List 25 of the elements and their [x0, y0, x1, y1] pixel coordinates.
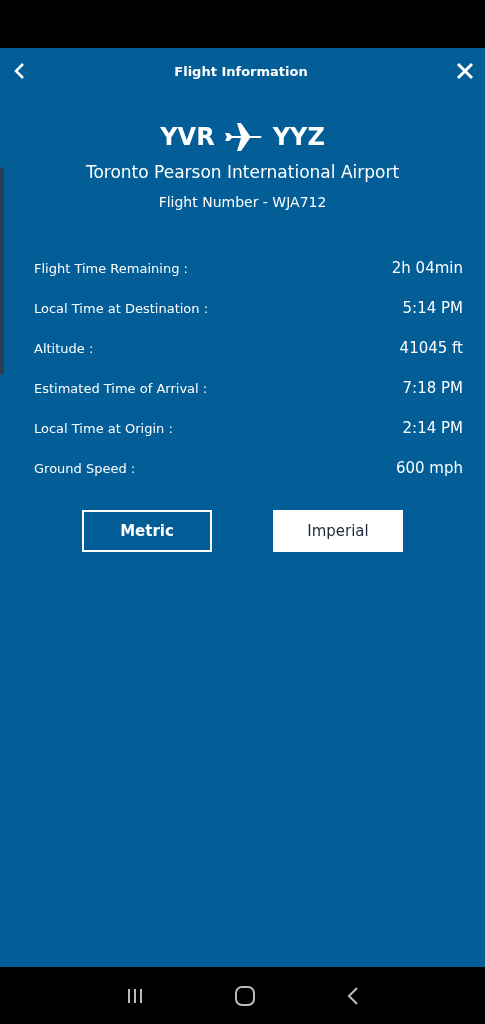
airport-name: Toronto Pearson International Airport: [84, 162, 401, 182]
destination-code: YYZ: [272, 123, 325, 151]
detail-label: Altitude :: [34, 340, 94, 356]
screen-title: Flight Information: [174, 63, 308, 79]
airplane-icon: [222, 122, 265, 152]
detail-value: 41045 ft: [399, 339, 463, 357]
detail-label: Ground Speed :: [34, 460, 136, 476]
home-icon[interactable]: [234, 984, 257, 1007]
origin-code: YVR: [160, 123, 215, 151]
back-icon[interactable]: [346, 985, 361, 1006]
detail-label: Estimated Time of Arrival :: [34, 380, 208, 396]
detail-label: Local Time at Origin :: [34, 420, 173, 436]
detail-label: Flight Time Remaining :: [34, 260, 188, 276]
detail-value: 600 mph: [395, 459, 463, 477]
unit-button[interactable]: Imperial: [273, 510, 403, 552]
detail-value: 7:18 PM: [402, 379, 463, 397]
flight-number: Flight Number - WJA712: [157, 194, 328, 210]
detail-value: 2h 04min: [391, 259, 463, 277]
detail-label: Local Time at Destination :: [34, 300, 209, 316]
detail-value: 5:14 PM: [402, 299, 463, 317]
unit-button[interactable]: Metric: [82, 510, 212, 552]
detail-value: 2:14 PM: [402, 419, 463, 437]
close-icon[interactable]: [456, 62, 474, 80]
back-icon[interactable]: [12, 62, 26, 80]
edge-handle[interactable]: [0, 167, 4, 375]
